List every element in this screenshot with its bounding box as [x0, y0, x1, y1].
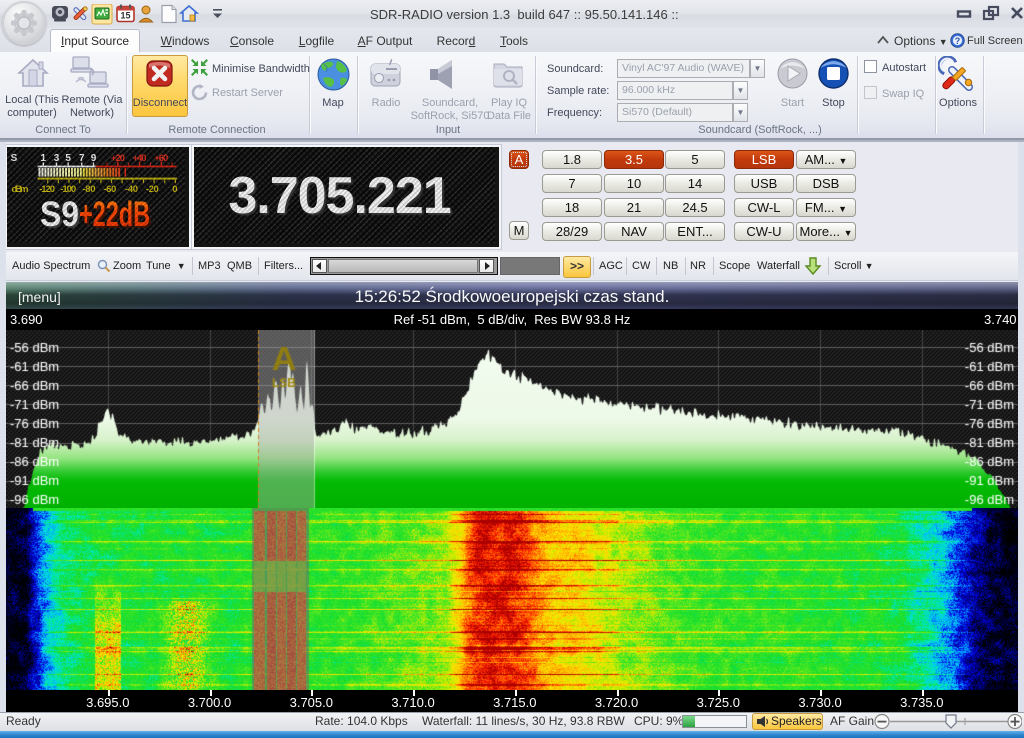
svg-text:7: 7: [79, 153, 85, 164]
svg-text:0: 0: [172, 184, 177, 195]
svg-text:-100: -100: [60, 184, 76, 195]
svg-text:dBm: dBm: [12, 184, 29, 195]
svg-text:+22dB: +22dB: [79, 195, 150, 234]
svg-text:9: 9: [91, 153, 97, 164]
svg-text:15: 15: [120, 11, 130, 21]
svg-text:3: 3: [54, 153, 60, 164]
svg-text:1: 1: [41, 153, 47, 164]
svg-text:-80: -80: [83, 184, 96, 195]
svg-text:-60: -60: [103, 184, 116, 195]
svg-text:-120: -120: [39, 184, 55, 195]
svg-text:S: S: [11, 153, 18, 164]
svg-text:5: 5: [65, 153, 71, 164]
svg-text:-40: -40: [125, 184, 138, 195]
svg-text:-20: -20: [146, 184, 159, 195]
svg-text:S9: S9: [40, 195, 79, 234]
svg-text:?: ?: [955, 36, 961, 46]
